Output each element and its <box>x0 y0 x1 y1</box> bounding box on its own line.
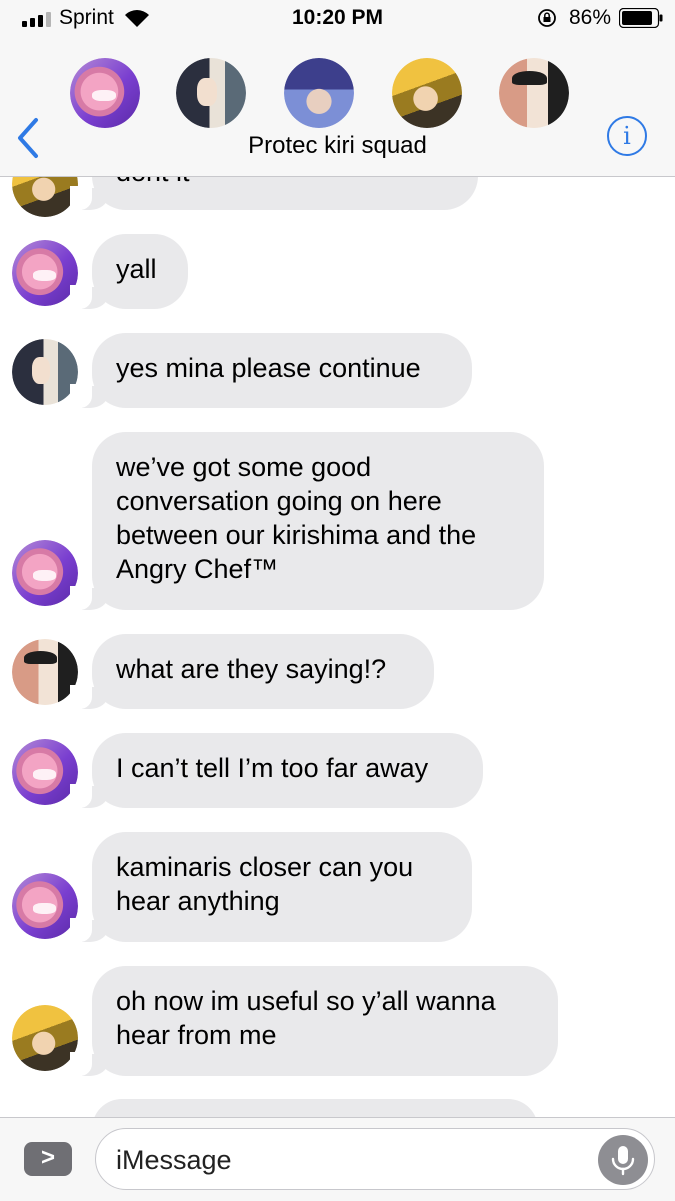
rotation-lock-icon <box>538 9 556 27</box>
group-avatar-shinso[interactable] <box>284 58 354 128</box>
message-bubble[interactable]: what are they saying!? <box>70 634 434 709</box>
avatar-mina <box>12 873 78 939</box>
message-input[interactable] <box>114 1139 588 1181</box>
group-avatar-kaminari[interactable] <box>392 58 462 128</box>
battery-percent: 86% <box>568 6 611 29</box>
dictation-button[interactable] <box>598 1135 648 1185</box>
avatar-kaminari <box>12 1005 78 1071</box>
avatar-mina <box>12 540 78 606</box>
avatar-kaminari <box>12 177 78 217</box>
message-bubble[interactable]: yes mina please continue <box>70 333 472 408</box>
avatar-mina <box>12 739 78 805</box>
battery-icon <box>619 8 663 28</box>
status-bar: Sprint 10:20 PM 86% <box>0 0 675 38</box>
avatar-sero <box>12 639 78 705</box>
message-bubble[interactable]: yall <box>70 234 188 309</box>
status-right: 86% <box>537 6 663 30</box>
avatar-jiro <box>12 339 78 405</box>
compose-bar: > <box>0 1117 675 1201</box>
message-text: yes mina please continue <box>116 353 421 383</box>
info-icon[interactable]: i <box>607 116 647 156</box>
message-thread[interactable]: dont it yall yes mina please continue we… <box>0 177 675 1117</box>
message-bubble[interactable]: kaminaris closer can you hear anything <box>70 832 472 942</box>
message-text: kaminaris closer can you hear anything <box>116 852 414 916</box>
group-avatar-sero[interactable] <box>499 58 569 128</box>
message-text: oh now im useful so y’all wanna hear fro… <box>116 986 496 1050</box>
conversation-header: Protec kiri squad i <box>0 38 675 177</box>
message-bubble[interactable]: oh now im useful so y’all wanna hear fro… <box>70 966 558 1076</box>
message-bubble[interactable]: we’ve got some good conversation going o… <box>70 432 544 610</box>
message-text: I can’t tell I’m too far away <box>116 753 429 783</box>
message-field[interactable] <box>95 1128 655 1190</box>
group-avatar-mina[interactable] <box>70 58 140 128</box>
group-avatar-jiro[interactable] <box>176 58 246 128</box>
microphone-icon <box>611 1146 635 1176</box>
avatar-mina <box>12 240 78 306</box>
message-text: we’ve got some good conversation going o… <box>116 452 477 584</box>
message-bubble[interactable] <box>92 1099 538 1117</box>
app-drawer-button[interactable]: > <box>24 1142 72 1176</box>
message-text: dont it <box>116 177 190 187</box>
message-text: what are they saying!? <box>116 654 387 684</box>
message-bubble[interactable]: I can’t tell I’m too far away <box>70 733 483 808</box>
message-bubble[interactable]: dont it <box>70 177 478 210</box>
group-name[interactable]: Protec kiri squad <box>0 132 675 160</box>
message-text: yall <box>116 254 157 284</box>
